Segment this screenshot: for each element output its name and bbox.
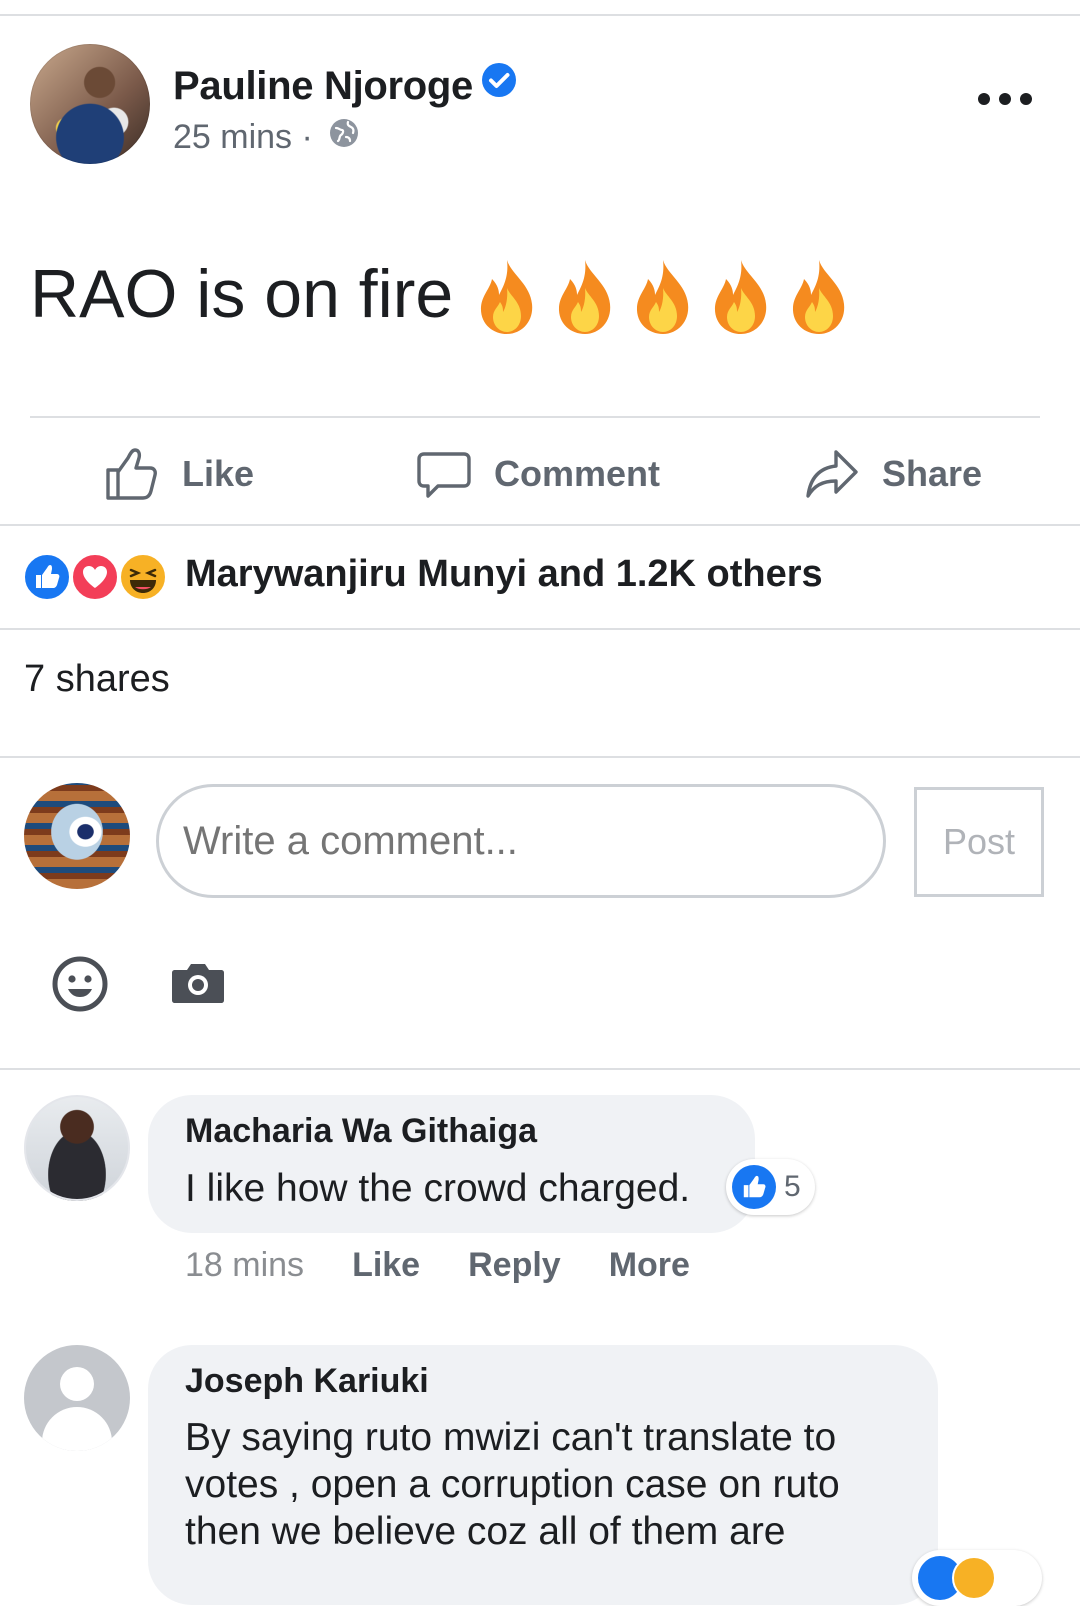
- like-button[interactable]: Like: [104, 444, 254, 504]
- verified-badge-icon: [481, 62, 517, 108]
- comment-text: I like how the crowd charged.: [185, 1167, 691, 1210]
- commenter-name[interactable]: Joseph Kariuki: [185, 1362, 429, 1401]
- comment-reactions[interactable]: [912, 1550, 1042, 1606]
- fire-icon: [558, 260, 611, 334]
- haha-reaction-icon: [118, 552, 168, 602]
- current-user-avatar: [24, 783, 130, 889]
- comment-icon: [417, 452, 471, 498]
- comment-more-button[interactable]: More: [609, 1246, 690, 1285]
- comment-button[interactable]: Comment: [416, 444, 660, 504]
- divider: [0, 1068, 1080, 1070]
- comment-text: By saying ruto mwizi can't translate to …: [185, 1416, 840, 1553]
- globe-icon: [328, 117, 360, 158]
- fire-icon: [792, 260, 845, 334]
- comment-reactions[interactable]: 5: [726, 1159, 815, 1215]
- share-arrow-icon: [806, 450, 858, 498]
- comment-like-button[interactable]: Like: [352, 1246, 420, 1285]
- comment-time[interactable]: 18 mins: [185, 1246, 304, 1285]
- reaction-icons[interactable]: [22, 552, 172, 604]
- comment-actions: 18 mins Like Reply More: [185, 1246, 690, 1285]
- comment-label: Comment: [494, 453, 661, 494]
- share-count[interactable]: 7 shares: [24, 658, 170, 701]
- comment-reaction-count: 5: [784, 1170, 801, 1203]
- like-reaction-icon: [22, 552, 72, 602]
- divider: [0, 628, 1080, 630]
- emoji-icon[interactable]: [51, 955, 109, 1018]
- post-button[interactable]: Post: [914, 787, 1044, 897]
- top-divider: [0, 14, 1080, 16]
- fire-icon: [480, 260, 533, 334]
- haha-reaction-icon: [952, 1556, 996, 1600]
- love-reaction-icon: [70, 552, 120, 602]
- more-options-icon[interactable]: [978, 88, 1032, 110]
- divider: [0, 524, 1080, 526]
- author-avatar[interactable]: [30, 44, 150, 164]
- fire-emojis: [470, 258, 856, 338]
- camera-icon[interactable]: [171, 962, 225, 1009]
- post-meta: 25 mins ·: [173, 118, 360, 158]
- commenter-avatar[interactable]: [24, 1095, 130, 1201]
- post-text: RAO is on fire: [30, 256, 454, 332]
- comment-input[interactable]: [156, 784, 886, 898]
- fire-icon: [636, 260, 689, 334]
- like-label: Like: [182, 453, 255, 494]
- share-label: Share: [882, 453, 983, 494]
- share-button[interactable]: Share: [804, 444, 982, 504]
- thumbs-up-icon: [106, 448, 157, 500]
- author-name-row[interactable]: Pauline Njoroge: [173, 62, 517, 109]
- post-time[interactable]: 25 mins ·: [173, 118, 313, 156]
- like-reaction-icon: [732, 1165, 776, 1209]
- comment-reply-button[interactable]: Reply: [468, 1246, 561, 1285]
- reaction-summary[interactable]: Marywanjiru Munyi and 1.2K others: [185, 553, 823, 596]
- divider: [0, 756, 1080, 758]
- divider: [30, 416, 1040, 418]
- commenter-name[interactable]: Macharia Wa Githaiga: [185, 1112, 537, 1151]
- fire-icon: [714, 260, 767, 334]
- author-name[interactable]: Pauline Njoroge: [173, 64, 473, 108]
- default-avatar-icon[interactable]: [24, 1345, 130, 1451]
